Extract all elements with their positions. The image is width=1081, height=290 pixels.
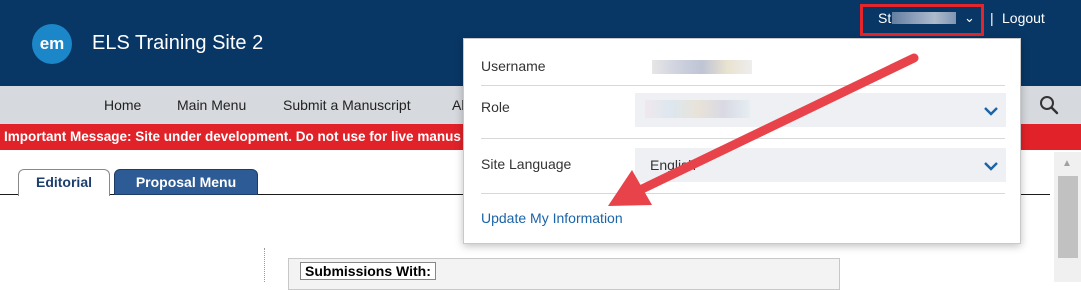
- chevron-down-icon[interactable]: [983, 161, 999, 171]
- tab-proposal-menu[interactable]: Proposal Menu: [114, 169, 258, 195]
- nav-main-menu[interactable]: Main Menu: [177, 97, 246, 113]
- em-logo[interactable]: em: [32, 24, 72, 64]
- menu-divider: [481, 85, 1005, 86]
- username-label: Username: [481, 58, 546, 74]
- nav-submit-manuscript[interactable]: Submit a Manuscript: [283, 97, 411, 113]
- redacted-role-value: [645, 100, 750, 118]
- nav-home[interactable]: Home: [104, 97, 141, 113]
- role-label: Role: [481, 99, 510, 115]
- update-my-information-link[interactable]: Update My Information: [481, 210, 623, 226]
- menu-divider: [481, 138, 1005, 139]
- header-separator: |: [990, 10, 994, 26]
- user-menu-toggle[interactable]: St: [878, 10, 891, 26]
- tab-editorial[interactable]: Editorial: [18, 169, 110, 196]
- important-message-text: Important Message: Site under developmen…: [4, 129, 461, 144]
- chevron-down-icon[interactable]: [983, 106, 999, 116]
- content-divider: [264, 248, 266, 282]
- search-icon[interactable]: [1038, 94, 1060, 116]
- redacted-username: [892, 12, 956, 24]
- scroll-up-icon[interactable]: ▲: [1062, 158, 1072, 169]
- submissions-with-label: Submissions With:: [300, 262, 436, 280]
- site-title: ELS Training Site 2: [92, 32, 264, 54]
- logout-link[interactable]: Logout: [1002, 10, 1045, 26]
- chevron-down-icon[interactable]: ⌄: [964, 10, 975, 26]
- menu-divider: [481, 193, 1005, 194]
- site-language-label: Site Language: [481, 156, 572, 172]
- scrollbar-thumb[interactable]: [1058, 176, 1078, 258]
- language-select-value: English: [650, 157, 696, 173]
- redacted-username-value: [652, 60, 752, 74]
